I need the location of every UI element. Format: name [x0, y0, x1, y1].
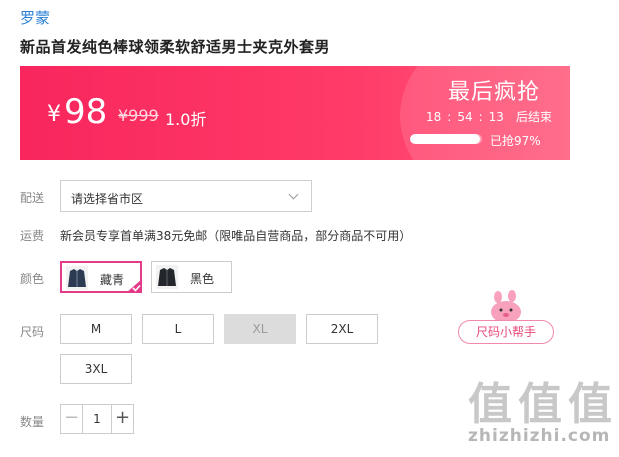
jacket-thumbnail-icon — [66, 266, 88, 290]
discount-rate: 1.0折 — [165, 110, 207, 129]
quantity-decrease-button[interactable]: − — [61, 405, 83, 433]
price-currency: ¥ — [47, 102, 61, 127]
region-select-value: 请选择省市区 — [71, 192, 144, 206]
selected-check-icon — [126, 279, 142, 293]
countdown-timer: 18:54:13 后结束 — [426, 110, 552, 124]
region-select[interactable]: 请选择省市区 — [60, 180, 312, 212]
color-option-black[interactable]: 黑色 — [151, 261, 232, 293]
jacket-thumbnail-icon — [156, 265, 178, 289]
watermark-glyph: 值 — [568, 379, 612, 430]
color-option-label: 藏青 — [100, 273, 125, 287]
mascot-icon — [491, 290, 521, 323]
brand-link[interactable]: 罗蒙 — [20, 7, 50, 28]
color-option-navy[interactable]: 藏青 — [60, 261, 142, 293]
countdown-seconds: 13 — [488, 110, 504, 124]
quantity-input[interactable] — [83, 405, 111, 433]
watermark-glyph: 值 — [518, 379, 562, 430]
size-option-2xl[interactable]: 2XL — [306, 314, 378, 344]
countdown-minutes: 54 — [457, 110, 473, 124]
quantity-stepper: − + — [60, 404, 134, 434]
color-option-label: 黑色 — [190, 272, 215, 286]
sold-progress-fill — [410, 134, 480, 144]
shipping-info: 新会员专享首单满38元免邮（限唯品自营商品，部分商品不可用） — [60, 229, 412, 243]
watermark: 值 值 值 zhizhizhi.com — [468, 368, 618, 456]
quantity-increase-button[interactable]: + — [111, 405, 133, 433]
size-label: 尺码 — [20, 325, 45, 339]
product-title: 新品首发纯色棒球领柔软舒适男士夹克外套男 — [20, 38, 331, 56]
watermark-glyph: 值 — [468, 379, 512, 430]
countdown-suffix: 后结束 — [515, 110, 552, 124]
countdown-hours: 18 — [426, 110, 442, 124]
watermark-text: zhizhizhi.com — [468, 426, 611, 446]
sold-progress-bar — [410, 134, 482, 144]
size-option-xl: XL — [224, 314, 296, 344]
quantity-label: 数量 — [20, 415, 45, 429]
flash-sale-banner: ¥ 98 ¥999 1.0折 最后疯抢 18:54:13 后结束 已抢97% — [20, 66, 570, 160]
size-option-l[interactable]: L — [142, 314, 214, 344]
color-label: 颜色 — [20, 272, 45, 286]
size-helper-button[interactable]: 尺码小帮手 — [458, 320, 554, 344]
size-option-3xl[interactable]: 3XL — [60, 354, 132, 384]
delivery-label: 配送 — [20, 191, 45, 205]
sold-percent-text: 已抢97% — [490, 134, 541, 148]
promo-title: 最后疯抢 — [448, 80, 541, 105]
shipping-label: 运费 — [20, 229, 45, 243]
chevron-down-icon — [288, 189, 299, 200]
size-option-m[interactable]: M — [60, 314, 132, 344]
sale-price: 98 — [64, 92, 108, 132]
original-price: ¥999 — [118, 106, 159, 125]
